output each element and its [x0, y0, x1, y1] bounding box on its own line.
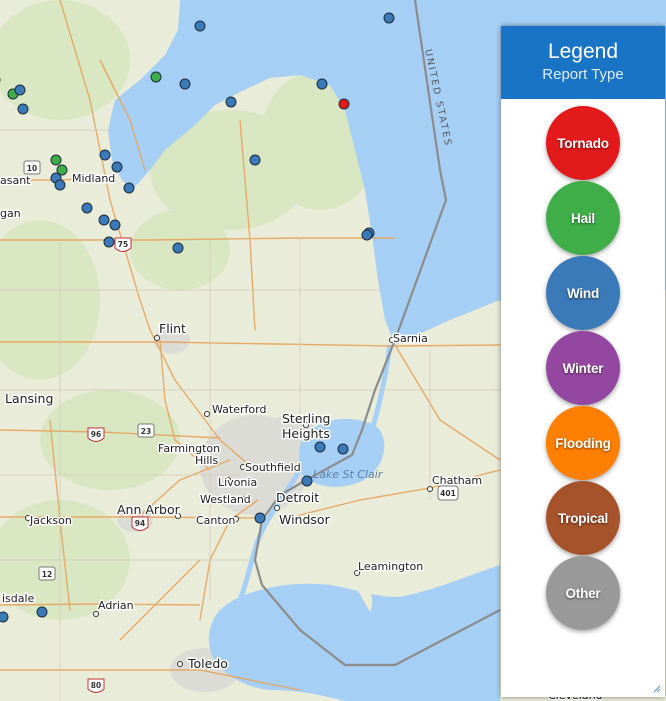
shield-80: 80	[87, 678, 105, 693]
svg-text:10: 10	[27, 164, 37, 173]
legend-panel: Legend Report Type Tornado Hail Wind Winter…	[501, 26, 665, 697]
storm-report-wind[interactable]	[103, 236, 115, 248]
storm-report-wind[interactable]	[254, 512, 266, 524]
storm-report-wind[interactable]	[314, 441, 326, 453]
storm-report-wind[interactable]	[172, 242, 184, 254]
legend-item-other[interactable]: Other	[546, 556, 620, 630]
storm-report-hail[interactable]	[150, 71, 162, 83]
city-canton: Canton	[196, 514, 235, 527]
shield-96: 96	[87, 427, 105, 442]
city-toledo: Toledo	[187, 656, 228, 671]
storm-report-wind[interactable]	[36, 606, 48, 618]
shield-10: 10	[23, 160, 41, 175]
legend-item-tropical[interactable]: Tropical	[546, 481, 620, 555]
city-adrian: Adrian	[98, 599, 134, 612]
storm-report-wind[interactable]	[111, 161, 123, 173]
legend-item-hail[interactable]: Hail	[546, 181, 620, 255]
city-farmington-hills-2: Hills	[195, 454, 218, 467]
city-sterling-heights-2: Heights	[282, 426, 330, 441]
storm-report-wind[interactable]	[17, 103, 29, 115]
shield-23: 23	[137, 423, 155, 438]
legend-item-flooding[interactable]: Flooding	[546, 406, 620, 480]
svg-text:12: 12	[42, 570, 52, 579]
storm-report-wind[interactable]	[109, 219, 121, 231]
shield-12: 12	[38, 566, 56, 581]
shield-75: 75	[114, 237, 132, 252]
legend-item-tornado[interactable]: Tornado	[546, 106, 620, 180]
shield-94: 94	[131, 516, 149, 531]
storm-report-wind[interactable]	[383, 12, 395, 24]
city-ann-arbor: Ann Arbor	[117, 502, 181, 517]
resize-handle-icon[interactable]	[653, 685, 661, 693]
svg-text:23: 23	[141, 427, 151, 436]
legend-item-wind[interactable]: Wind	[546, 256, 620, 330]
storm-report-wind[interactable]	[0, 611, 9, 623]
storm-report-wind[interactable]	[54, 179, 66, 191]
storm-report-wind[interactable]	[301, 475, 313, 487]
lake-label: Lake St Clair	[313, 468, 384, 481]
city-midland: Midland	[72, 172, 115, 185]
storm-report-wind[interactable]	[249, 154, 261, 166]
storm-report-wind[interactable]	[337, 443, 349, 455]
city-detroit: Detroit	[276, 490, 319, 505]
legend-subtitle: Report Type	[542, 66, 624, 83]
storm-report-hail[interactable]	[50, 154, 62, 166]
city-sterling-heights: Sterling	[282, 411, 330, 426]
city-pleasant-partial: asant	[0, 174, 31, 187]
svg-text:96: 96	[91, 430, 101, 439]
storm-report-wind[interactable]	[316, 78, 328, 90]
city-leamington: Leamington	[358, 560, 423, 573]
city-sarnia: Sarnia	[393, 332, 428, 345]
city-windsor: Windsor	[279, 512, 331, 527]
shield-401: 401	[437, 485, 459, 501]
city-flint: Flint	[159, 321, 186, 336]
storm-report-wind[interactable]	[14, 84, 26, 96]
storm-report-wind[interactable]	[81, 202, 93, 214]
legend-title: Legend	[547, 40, 619, 63]
svg-text:401: 401	[440, 489, 456, 498]
storm-report-tornado[interactable]	[338, 98, 350, 110]
city-chatham: Chatham	[432, 474, 482, 487]
city-lansing: Lansing	[5, 391, 53, 406]
city-southfield: Southfield	[245, 461, 301, 474]
storm-report-wind[interactable]	[99, 149, 111, 161]
legend-item-winter[interactable]: Winter	[546, 331, 620, 405]
legend-header: Legend Report Type	[501, 26, 665, 99]
city-jackson: Jackson	[29, 514, 72, 527]
storm-report-wind[interactable]	[179, 78, 191, 90]
city-waterford: Waterford	[212, 403, 266, 416]
city-westland: Westland	[200, 493, 251, 506]
storm-report-wind[interactable]	[194, 20, 206, 32]
city-hillsdale-partial: isdale	[2, 592, 35, 605]
city-livonia: Livonia	[218, 476, 257, 489]
svg-text:75: 75	[118, 240, 128, 249]
storm-report-wind[interactable]	[123, 182, 135, 194]
svg-text:94: 94	[135, 519, 145, 528]
svg-text:80: 80	[91, 681, 101, 690]
city-michigan-partial: gan	[0, 207, 21, 220]
storm-report-wind[interactable]	[98, 214, 110, 226]
storm-report-wind[interactable]	[225, 96, 237, 108]
storm-report-wind[interactable]	[361, 229, 373, 241]
